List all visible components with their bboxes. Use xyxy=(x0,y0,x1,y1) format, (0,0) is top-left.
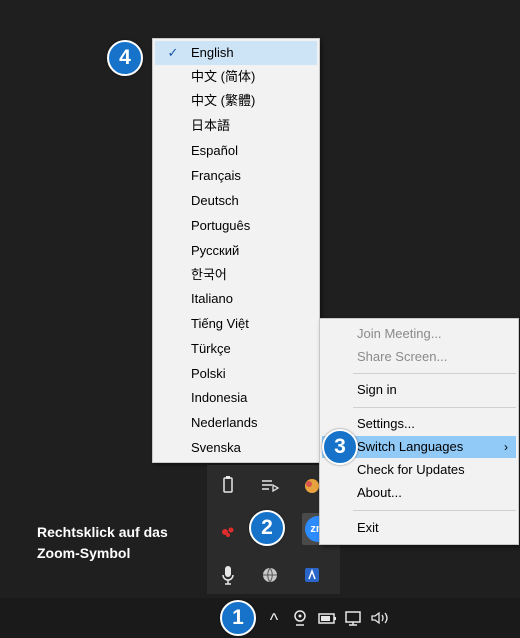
menu-item-label: About... xyxy=(357,485,402,500)
chevron-right-icon: › xyxy=(504,440,508,454)
checkmark-icon: ✓ xyxy=(167,45,179,60)
language-item-label: 中文 (简体) xyxy=(191,69,256,84)
menu-separator xyxy=(353,407,516,408)
blue-app-icon[interactable] xyxy=(299,562,325,588)
webcam-icon[interactable] xyxy=(290,607,310,629)
language-item-label: 中文 (繁體) xyxy=(191,93,256,108)
language-item-turkish[interactable]: Türkçe xyxy=(155,337,317,361)
menu-item-label: Settings... xyxy=(357,416,415,431)
menu-item-label: Join Meeting... xyxy=(357,326,442,341)
language-item-label: Português xyxy=(191,218,251,233)
battery-icon[interactable] xyxy=(316,607,338,629)
language-item-spanish[interactable]: Español xyxy=(155,139,317,163)
language-item-chinese-traditional[interactable]: 中文 (繁體) xyxy=(155,89,317,113)
menu-item-label: Sign in xyxy=(357,382,397,397)
playlist-icon[interactable] xyxy=(257,473,283,499)
language-item-polish[interactable]: Polski xyxy=(155,362,317,386)
microphone-icon[interactable] xyxy=(215,562,241,588)
menu-separator xyxy=(353,510,516,511)
language-item-label: Français xyxy=(191,168,241,183)
settings-item[interactable]: Settings... xyxy=(322,413,516,435)
language-item-label: English xyxy=(191,45,234,60)
menu-item-label: Share Screen... xyxy=(357,349,448,364)
language-item-german[interactable]: Deutsch xyxy=(155,189,317,213)
language-item-label: Indonesia xyxy=(191,390,248,405)
language-item-label: Español xyxy=(191,143,238,158)
step-badge-4: 4 xyxy=(107,40,143,76)
language-item-label: Svenska xyxy=(191,440,241,455)
language-item-portuguese[interactable]: Português xyxy=(155,214,317,238)
step-badge-1: 1 xyxy=(220,600,256,636)
menu-separator xyxy=(353,373,516,374)
usb-drive-icon[interactable] xyxy=(215,473,241,499)
menu-item-label: Switch Languages xyxy=(357,439,464,454)
show-hidden-icons-chevron-icon[interactable]: ^ xyxy=(266,609,282,631)
language-item-japanese[interactable]: 日本語 xyxy=(155,114,317,138)
language-item-label: 한국어 xyxy=(191,267,227,282)
language-item-swedish[interactable]: Svenska xyxy=(155,436,317,460)
share-screen-item[interactable]: Share Screen... xyxy=(322,346,516,368)
network-globe-icon[interactable] xyxy=(257,562,283,588)
language-item-label: Русский xyxy=(191,243,240,258)
taskbar: ^ xyxy=(0,598,520,638)
language-item-english[interactable]: ✓ English xyxy=(155,41,317,65)
caption-line: Rechtsklick auf das xyxy=(37,524,168,540)
language-item-label: Italiano xyxy=(191,291,233,306)
instruction-caption: Rechtsklick auf das Zoom-Symbol xyxy=(37,522,168,564)
language-item-label: 日本語 xyxy=(191,118,231,133)
language-item-label: Tiếng Việt xyxy=(191,316,249,331)
language-submenu: ✓ English 中文 (简体) 中文 (繁體) 日本語 Español Fr… xyxy=(152,38,320,463)
about-item[interactable]: About... xyxy=(322,482,516,504)
language-item-french[interactable]: Français xyxy=(155,164,317,188)
exit-item[interactable]: Exit xyxy=(322,517,516,539)
menu-item-label: Check for Updates xyxy=(357,462,465,477)
language-item-korean[interactable]: 한국어 xyxy=(155,263,317,287)
caption-line: Zoom-Symbol xyxy=(37,545,131,561)
language-item-vietnamese[interactable]: Tiếng Việt xyxy=(155,312,317,336)
volume-icon[interactable] xyxy=(368,607,392,629)
check-for-updates-item[interactable]: Check for Updates xyxy=(322,459,516,481)
language-item-italian[interactable]: Italiano xyxy=(155,287,317,311)
step-badge-2: 2 xyxy=(249,510,285,546)
join-meeting-item[interactable]: Join Meeting... xyxy=(322,323,516,345)
step-badge-3: 3 xyxy=(322,429,358,465)
language-item-chinese-simplified[interactable]: 中文 (简体) xyxy=(155,65,317,89)
language-item-indonesian[interactable]: Indonesia xyxy=(155,386,317,410)
language-item-label: Nederlands xyxy=(191,415,258,430)
language-item-label: Polski xyxy=(191,366,226,381)
menu-item-label: Exit xyxy=(357,520,379,535)
language-item-label: Türkçe xyxy=(191,341,231,356)
language-item-dutch[interactable]: Nederlands xyxy=(155,411,317,435)
sign-in-item[interactable]: Sign in xyxy=(322,379,516,401)
red-dots-app-icon[interactable] xyxy=(215,518,241,544)
language-item-russian[interactable]: Русский xyxy=(155,239,317,263)
language-item-label: Deutsch xyxy=(191,193,239,208)
network-icon[interactable] xyxy=(343,607,365,629)
colorful-app-icon[interactable] xyxy=(299,473,319,499)
